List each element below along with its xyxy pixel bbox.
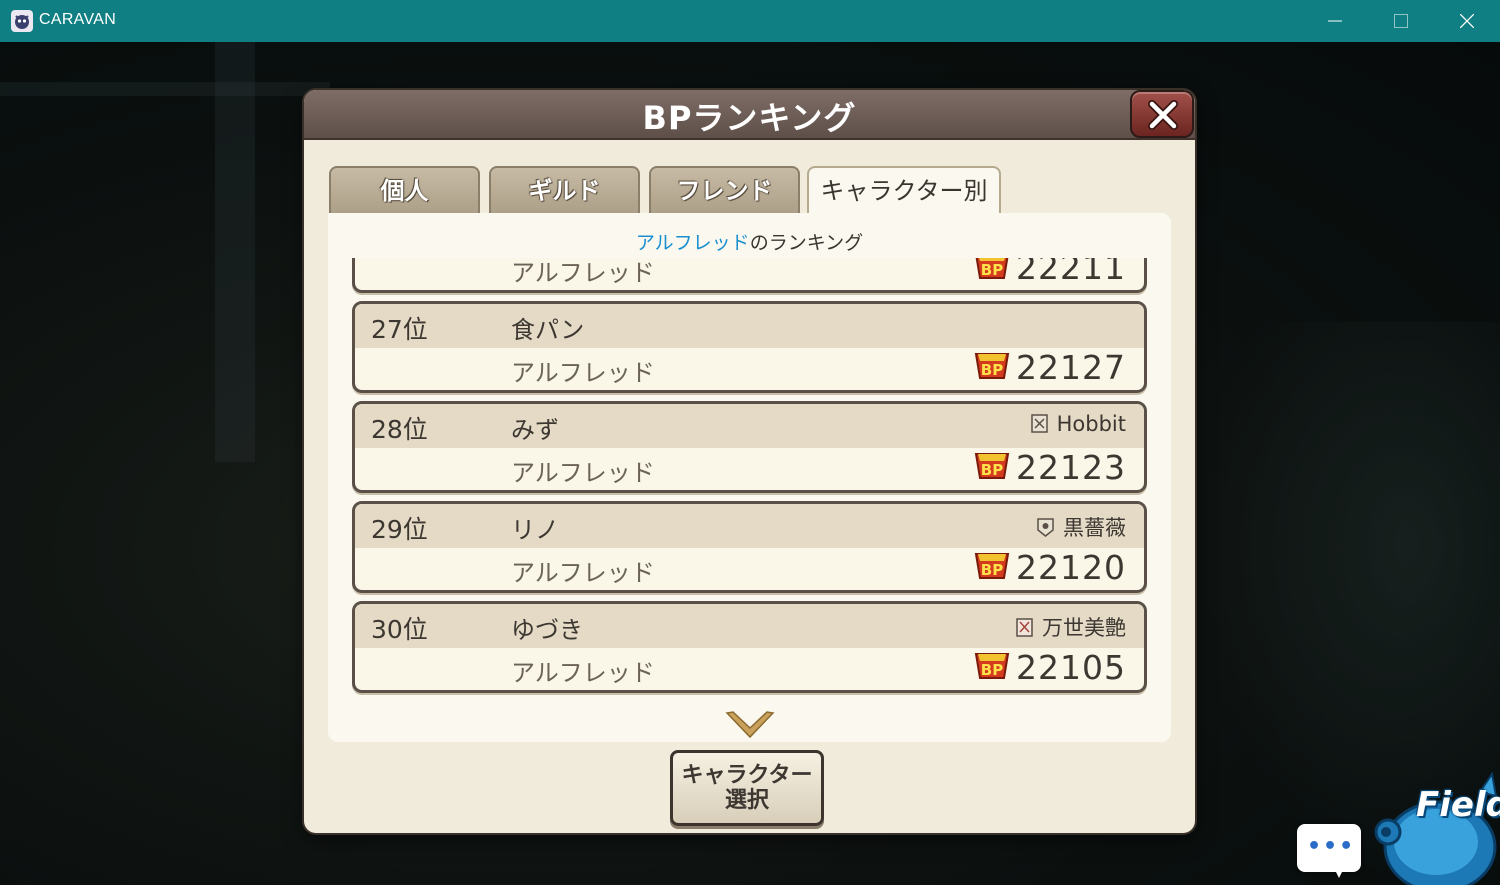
guild-name: 黒薔薇 — [1037, 512, 1126, 542]
close-icon — [1460, 14, 1474, 28]
character-select-button[interactable]: キャラクター 選択 — [670, 750, 824, 826]
bp-badge-icon: BP — [975, 258, 1009, 279]
player-name: みず — [511, 416, 559, 444]
tab-personal[interactable]: 個人 — [329, 166, 480, 214]
player-name: 食パン — [511, 316, 585, 344]
ranking-entry[interactable]: アルフレッド BP 22211 — [352, 258, 1147, 293]
rank-label: 29位 — [371, 515, 428, 544]
character-select-label-1: キャラクター — [681, 763, 813, 788]
guild-emblem-icon — [1037, 518, 1054, 537]
svg-text:BP: BP — [981, 561, 1003, 579]
guild-name: Hobbit — [1030, 412, 1126, 436]
svg-text:BP: BP — [981, 361, 1003, 379]
player-name: リノ — [511, 516, 559, 544]
character-name: アルフレッド — [511, 459, 655, 487]
tab-guild[interactable]: ギルド — [489, 166, 640, 214]
maximize-icon — [1394, 14, 1408, 28]
svg-text:BP: BP — [981, 261, 1003, 279]
bp-value: 22105 — [1016, 648, 1126, 687]
minimize-button[interactable] — [1302, 0, 1368, 42]
caravan-app-icon — [11, 10, 33, 32]
guild-emblem-icon — [1030, 414, 1048, 433]
rank-label: 30位 — [371, 615, 428, 644]
guild-label: 黒薔薇 — [1063, 516, 1126, 540]
field-label: Field — [1416, 785, 1500, 825]
bp-value: 22127 — [1016, 348, 1126, 387]
maximize-button[interactable] — [1368, 0, 1434, 42]
bp-badge-icon: BP — [974, 553, 1010, 579]
window-close-button[interactable] — [1434, 0, 1500, 42]
close-x-icon — [1148, 100, 1178, 130]
character-select-label-2: 選択 — [724, 788, 769, 813]
dialog-header: BPランキング — [304, 90, 1195, 140]
player-name: ゆづき — [511, 616, 583, 644]
svg-text:BP: BP — [981, 461, 1003, 479]
subtitle-suffix: のランキング — [749, 232, 864, 254]
bp-ranking-dialog: BPランキング 個人 ギルド フレンド キャラクター別 アルフレッドのランキング… — [304, 90, 1195, 833]
ranking-subtitle: アルフレッドのランキング — [328, 228, 1171, 255]
subtitle-character: アルフレッド — [635, 232, 750, 254]
bp-score: BP 22105 — [974, 648, 1126, 687]
character-name: アルフレッド — [511, 259, 655, 287]
ranking-list[interactable]: アルフレッド BP 22211 27位 食パン アルフレッド BP 22127 28… — [328, 258, 1171, 703]
ranking-entry[interactable]: 27位 食パン アルフレッド BP 22127 — [352, 301, 1147, 393]
chevron-down-icon[interactable] — [725, 710, 775, 740]
window-title: CARAVAN — [39, 11, 117, 28]
bp-badge-icon: BP — [974, 453, 1010, 479]
bp-badge-icon: BP — [974, 653, 1010, 679]
bp-score: BP 22120 — [974, 548, 1126, 587]
guild-label: 万世美艶 — [1042, 616, 1126, 640]
rank-label: 28位 — [371, 415, 428, 444]
ranking-entry[interactable]: 29位 リノ 黒薔薇 アルフレッド BP 22120 — [352, 501, 1147, 593]
ranking-entry[interactable]: 28位 みず Hobbit アルフレッド BP 22123 — [352, 401, 1147, 493]
character-name: アルフレッド — [511, 659, 655, 687]
dialog-close-button[interactable] — [1130, 90, 1194, 138]
ranking-entry[interactable]: 30位 ゆづき 万世美艶 アルフレッド BP 22105 — [352, 601, 1147, 693]
guild-emblem-icon — [1016, 618, 1033, 637]
bp-score: BP 22127 — [974, 348, 1126, 387]
guild-label: Hobbit — [1056, 412, 1126, 436]
bp-value: 22211 — [1016, 258, 1126, 287]
bp-score: BP 22211 — [974, 258, 1126, 287]
guild-name: 万世美艶 — [1016, 612, 1126, 642]
chat-bubble-icon: ••• — [1307, 834, 1356, 859]
character-name: アルフレッド — [511, 559, 655, 587]
rank-label: 27位 — [371, 315, 428, 344]
tab-friend[interactable]: フレンド — [649, 166, 800, 214]
svg-text:BP: BP — [981, 661, 1003, 679]
bp-value: 22120 — [1016, 548, 1126, 587]
minimize-icon — [1328, 20, 1342, 22]
tab-by-character[interactable]: キャラクター別 — [807, 166, 1001, 216]
chat-button[interactable]: ••• — [1297, 824, 1361, 878]
dialog-title: BPランキング — [642, 99, 857, 137]
bp-score: BP 22123 — [974, 448, 1126, 487]
bp-value: 22123 — [1016, 448, 1126, 487]
ranking-panel: アルフレッドのランキング アルフレッド BP 22211 27位 食パン アルフレ… — [328, 213, 1171, 742]
character-name: アルフレッド — [511, 359, 655, 387]
bp-badge-icon: BP — [974, 353, 1010, 379]
window-titlebar: CARAVAN — [0, 0, 1500, 42]
